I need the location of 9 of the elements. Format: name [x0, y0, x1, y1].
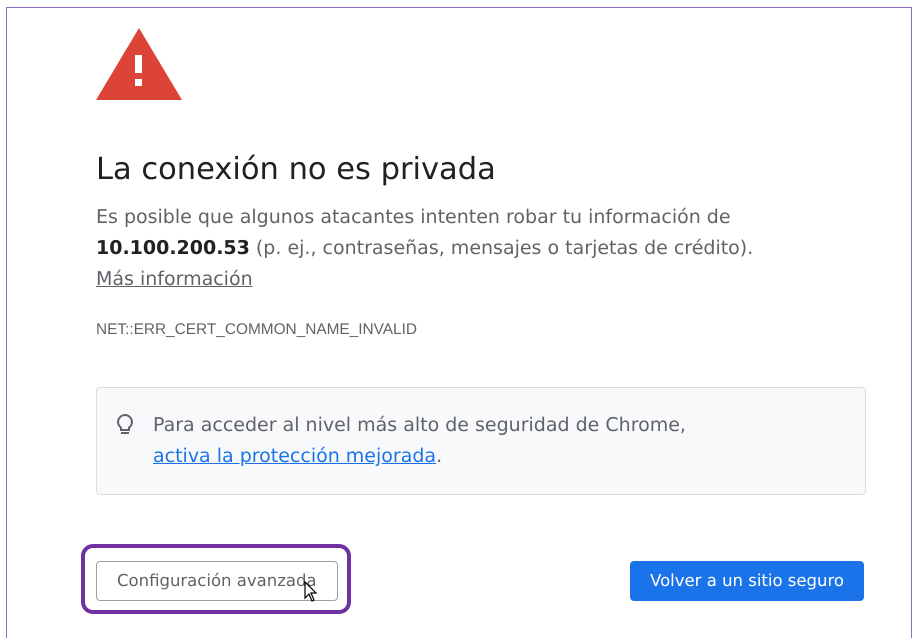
warning-icon [96, 28, 182, 100]
more-info-link[interactable]: Más información [96, 268, 253, 290]
back-to-safety-button[interactable]: Volver a un sitio seguro [630, 561, 864, 602]
advanced-button[interactable]: Configuración avanzada [96, 561, 338, 602]
enhanced-protection-link[interactable]: activa la protección mejorada [153, 445, 436, 468]
tip-text: Para acceder al nivel más alto de seguridad de Chrome, activa la protección mejorada. [153, 413, 687, 470]
page-title: La conexión no es privada [96, 152, 497, 188]
description-text: Es posible que algunos atacantes intenten robar tu información de 10.100.200.53 (p. ej., contraseñas, mensajes o tarjetas de crédito). Más información [96, 205, 754, 292]
error-code: NET::ERR_CERT_COMMON_NAME_INVALID [96, 320, 418, 340]
